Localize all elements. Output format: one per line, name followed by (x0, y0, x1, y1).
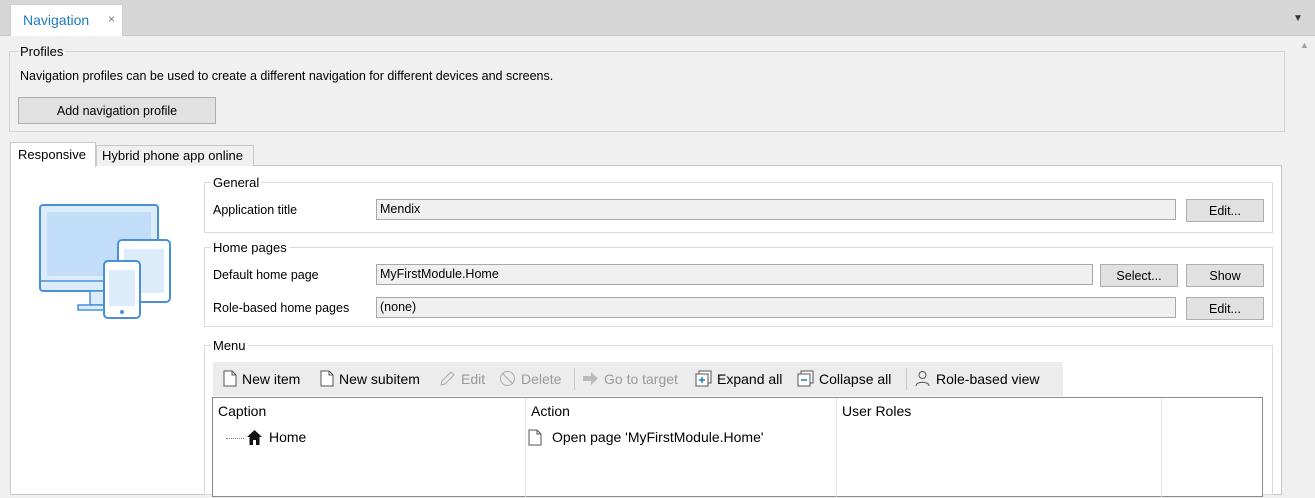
application-title-field: Mendix (376, 199, 1176, 220)
column-header-user-roles[interactable]: User Roles (842, 403, 911, 419)
chevron-down-icon[interactable]: ▼ (1293, 13, 1303, 24)
toolbar-separator (906, 368, 907, 390)
vertical-scrollbar[interactable] (1296, 36, 1315, 491)
user-icon (915, 371, 930, 387)
delete-icon (500, 371, 515, 386)
default-home-page-field: MyFirstModule.Home (376, 264, 1093, 285)
document-tab-label: Navigation (23, 12, 90, 28)
role-based-view-label: Role-based view (936, 370, 1040, 387)
default-home-show-button[interactable]: Show (1186, 264, 1264, 287)
expand-all-button[interactable]: Expand all (695, 370, 782, 387)
page-icon (528, 429, 542, 446)
tab-hybrid-phone-app-online[interactable]: Hybrid phone app online (96, 145, 254, 166)
tab-responsive[interactable]: Responsive (10, 142, 96, 167)
home-icon (247, 430, 262, 445)
default-home-select-button[interactable]: Select... (1100, 264, 1178, 287)
role-based-view-button[interactable]: Role-based view (914, 370, 1040, 387)
document-tab-strip (0, 0, 1315, 36)
close-icon[interactable]: × (108, 12, 115, 26)
default-home-page-label: Default home page (213, 268, 319, 282)
pencil-icon (440, 371, 455, 386)
tab-responsive-label: Responsive (18, 147, 86, 162)
delete-label: Delete (521, 370, 562, 387)
delete-button[interactable]: Delete (499, 370, 561, 387)
new-item-label: New item (242, 370, 301, 387)
application-title-edit-button[interactable]: Edit... (1186, 199, 1264, 222)
edit-label: Edit (461, 370, 486, 387)
menu-item-caption[interactable]: Home (269, 429, 306, 445)
scroll-up-arrow-icon[interactable]: ▲ (1300, 40, 1309, 50)
new-subitem-label: New subitem (339, 370, 420, 387)
general-title: General (211, 175, 262, 190)
profiles-description: Navigation profiles can be used to creat… (20, 69, 554, 83)
new-subitem-button[interactable]: New subitem (320, 370, 420, 387)
expand-all-label: Expand all (717, 370, 783, 387)
add-navigation-profile-button[interactable]: Add navigation profile (18, 97, 216, 124)
expand-all-icon (695, 370, 712, 387)
arrow-right-icon (583, 372, 598, 385)
column-divider (1161, 398, 1162, 498)
toolbar-separator (574, 368, 575, 390)
role-based-home-edit-button[interactable]: Edit... (1186, 297, 1264, 320)
menu-grid[interactable]: Caption Action User Roles (212, 397, 1263, 498)
tree-connector-line (226, 438, 244, 439)
home-pages-title: Home pages (211, 240, 289, 255)
devices-illustration-icon (39, 204, 171, 319)
column-header-caption[interactable]: Caption (218, 403, 266, 419)
collapse-all-icon (797, 370, 814, 387)
collapse-all-button[interactable]: Collapse all (797, 370, 891, 387)
new-item-button[interactable]: New item (223, 370, 300, 387)
menu-title: Menu (211, 338, 248, 353)
new-document-icon (223, 370, 237, 387)
menu-toolbar: New item New subitem Edit Delete Go to t… (213, 362, 1063, 396)
new-document-icon (320, 370, 334, 387)
tab-hybrid-label: Hybrid phone app online (102, 148, 243, 163)
document-tab-navigation[interactable]: Navigation × (10, 4, 123, 36)
role-based-home-pages-field: (none) (376, 297, 1176, 318)
edit-button[interactable]: Edit (439, 370, 485, 387)
column-divider (836, 398, 837, 498)
role-based-home-pages-label: Role-based home pages (213, 301, 350, 315)
menu-item-action[interactable]: Open page 'MyFirstModule.Home' (552, 429, 764, 445)
application-title-label: Application title (213, 203, 298, 217)
collapse-all-label: Collapse all (819, 370, 892, 387)
column-divider (525, 398, 526, 498)
column-header-action[interactable]: Action (531, 403, 570, 419)
go-to-target-label: Go to target (604, 370, 678, 387)
go-to-target-button[interactable]: Go to target (582, 370, 678, 387)
profiles-title: Profiles (18, 44, 66, 59)
